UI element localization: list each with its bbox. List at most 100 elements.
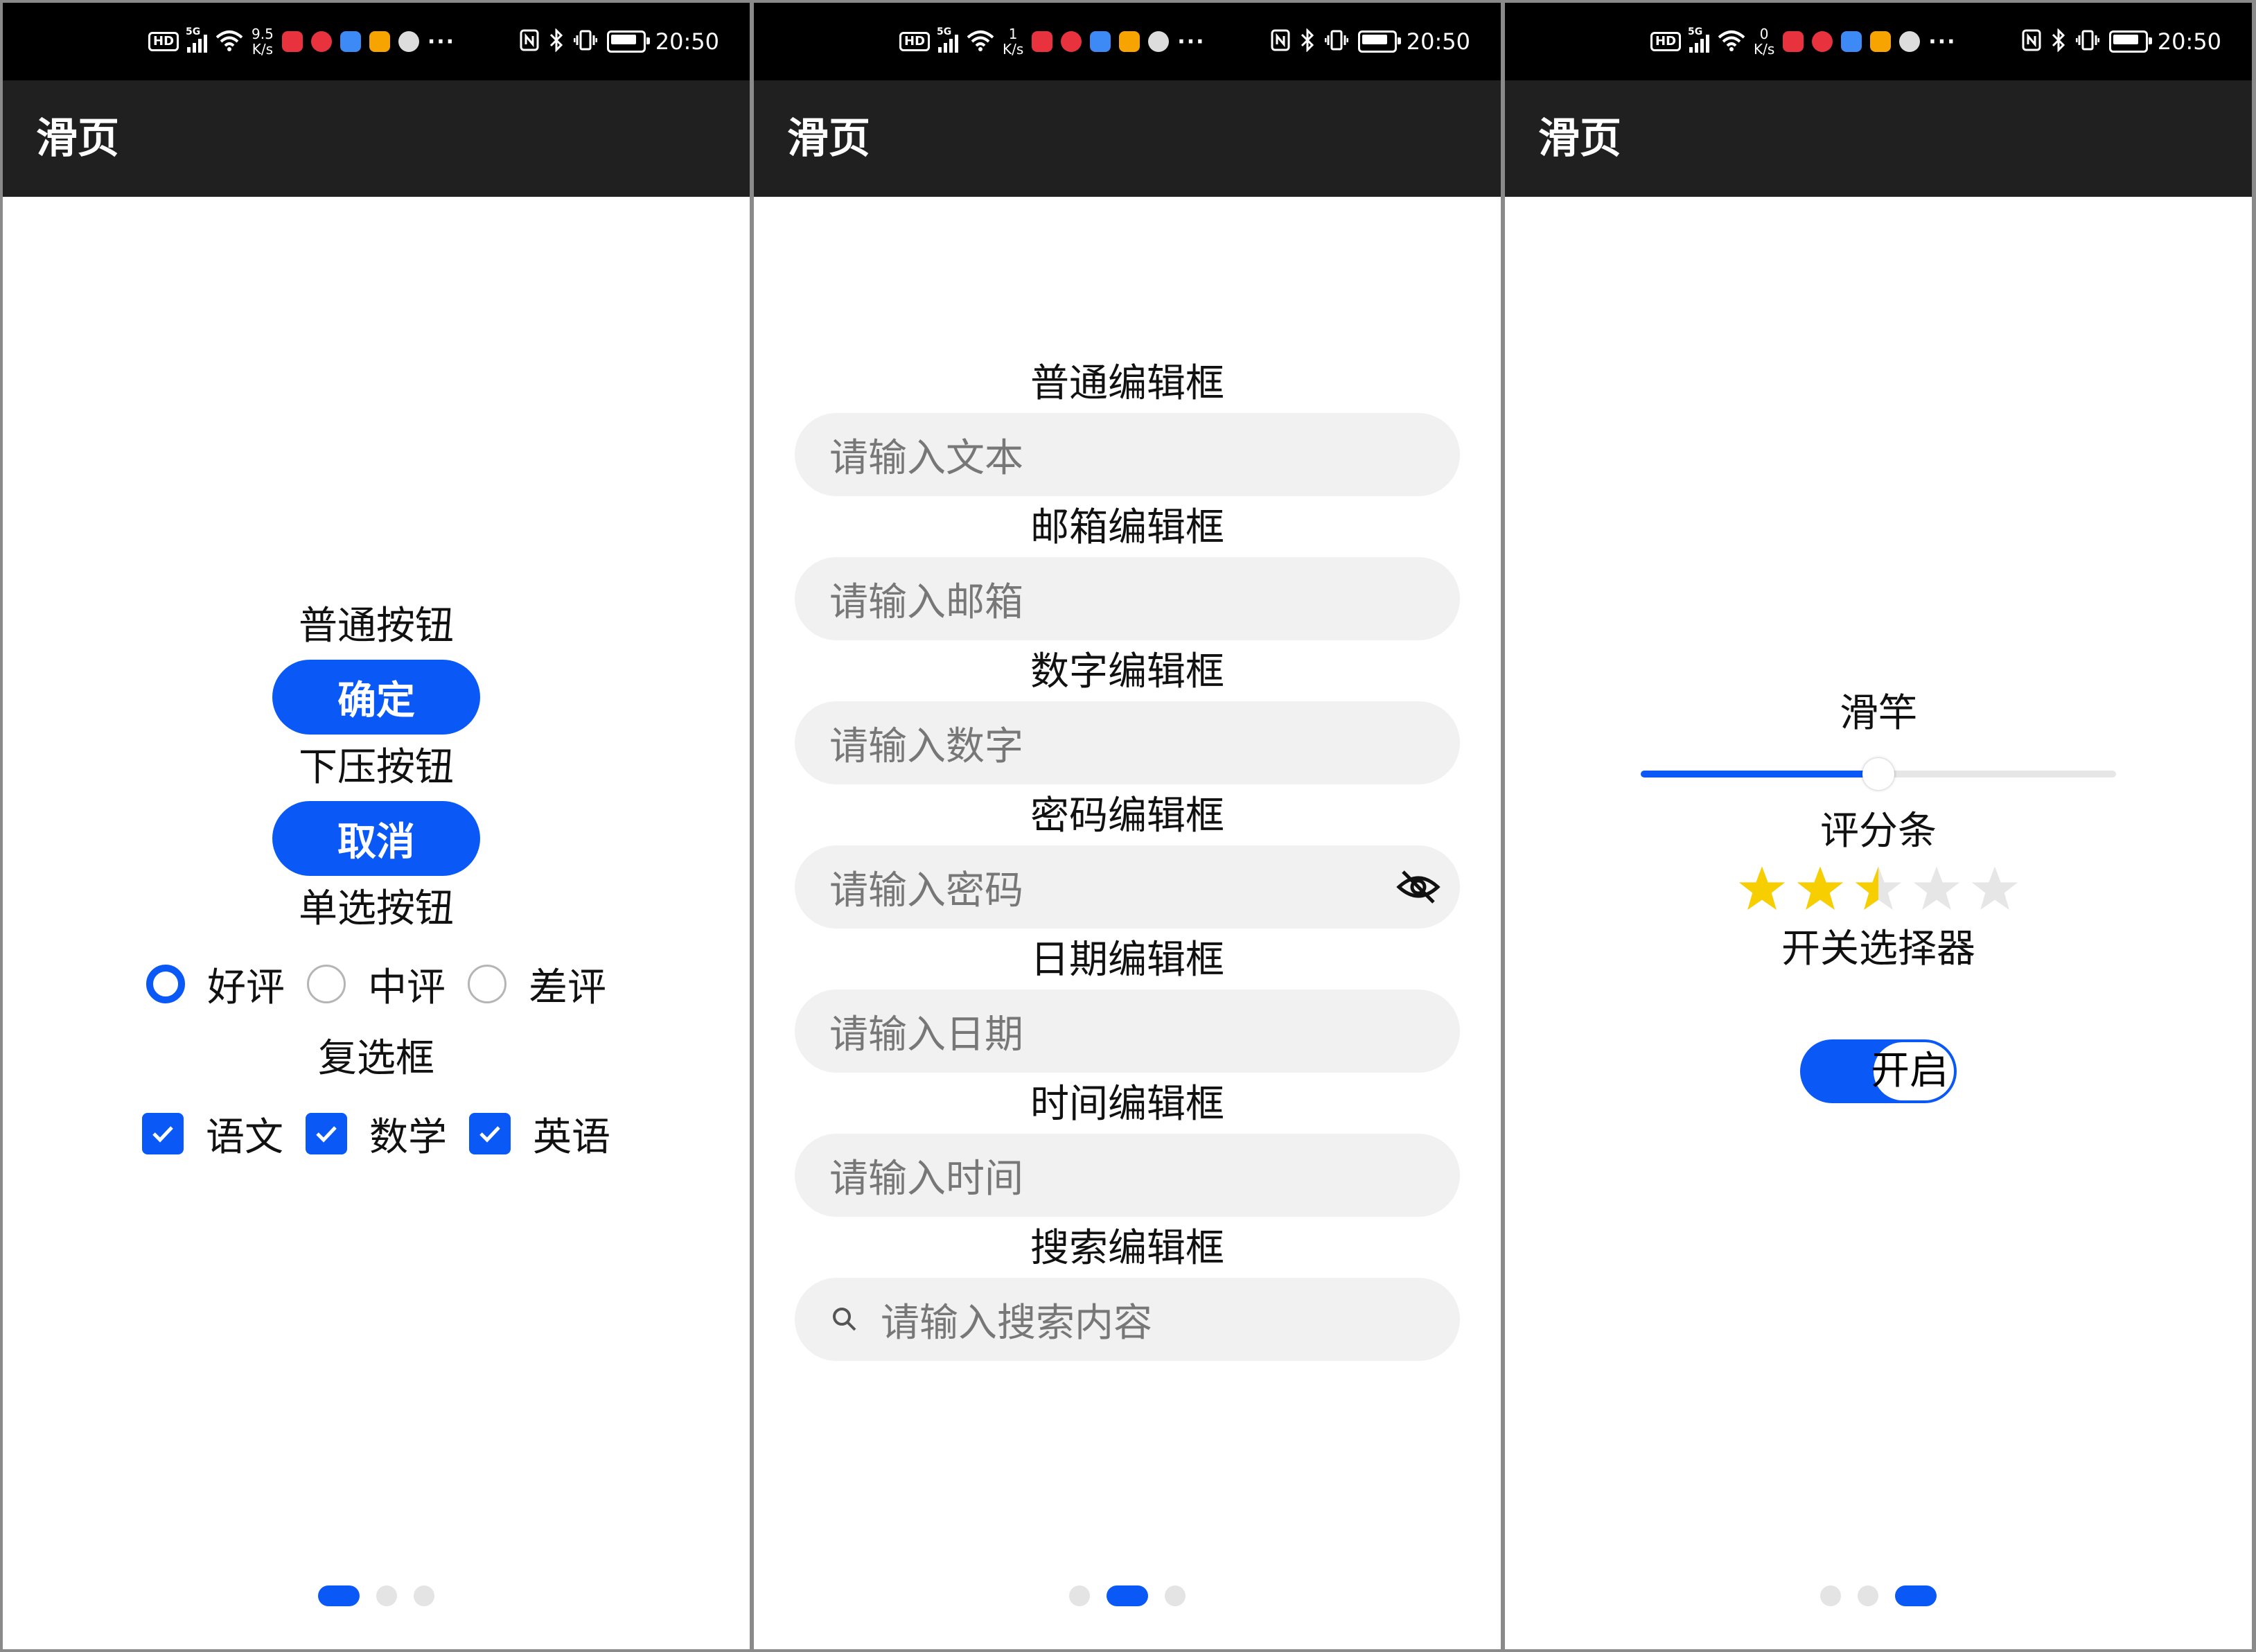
page-indicator[interactable] xyxy=(1505,1585,2252,1606)
slider-thumb[interactable] xyxy=(1862,758,1894,790)
email-field-label: 邮箱编辑框 xyxy=(1030,505,1224,550)
vibrate-icon xyxy=(1324,29,1349,54)
more-dots-icon: ··· xyxy=(1928,29,1957,54)
search-field-label: 搜索编辑框 xyxy=(1030,1226,1224,1271)
page-title: 滑页 xyxy=(787,114,870,163)
confirm-button[interactable]: 确定 xyxy=(272,660,480,735)
status-bar: HD 5G 9.5 K/s ··· 20:50 xyxy=(3,3,750,80)
rating-label: 评分条 xyxy=(1820,809,1937,854)
eye-off-icon[interactable] xyxy=(1395,863,1442,913)
checkbox-option-label: 语文 xyxy=(206,1114,283,1160)
rating-bar[interactable] xyxy=(1737,863,2020,913)
battery-icon xyxy=(1357,30,1401,53)
page-indicator-dot-2[interactable] xyxy=(376,1585,397,1606)
slider[interactable] xyxy=(1641,758,2116,790)
press-button-label: 下压按钮 xyxy=(299,745,454,790)
star-icon[interactable] xyxy=(1853,863,1903,913)
page-indicator-dot-3[interactable] xyxy=(414,1585,434,1606)
number-input[interactable]: 请输入数字 xyxy=(795,701,1460,784)
page-indicator[interactable] xyxy=(3,1585,750,1606)
status-bar: HD 5G 0 K/s ··· 20:50 xyxy=(1505,3,2252,80)
checkbox-option-math[interactable]: 数学 xyxy=(306,1106,447,1162)
email-input[interactable]: 请输入邮箱 xyxy=(795,557,1460,640)
checkbox-option-english[interactable]: 英语 xyxy=(469,1106,610,1162)
radio-group-label: 单选按钮 xyxy=(299,886,454,931)
phone-screen-sliders: HD 5G 0 K/s ··· 20:50 滑页 滑竿 评分条 开关选择器 开启 xyxy=(1505,3,2252,1649)
number-input-placeholder: 请输入数字 xyxy=(829,723,1023,769)
app-notification-icon xyxy=(1061,31,1082,52)
check-icon[interactable] xyxy=(142,1113,184,1154)
signal-icon: 5G xyxy=(1688,26,1710,53)
radio-group: 好评 中评 差评 xyxy=(135,945,617,1023)
nfc-icon xyxy=(520,29,539,54)
password-input[interactable]: 请输入密码 xyxy=(795,845,1460,929)
app-notification-icon xyxy=(1783,31,1804,52)
page-indicator-dot-2[interactable] xyxy=(1858,1585,1878,1606)
star-icon[interactable] xyxy=(1795,863,1845,913)
date-input[interactable]: 请输入日期 xyxy=(795,990,1460,1073)
nfc-icon xyxy=(2022,29,2041,54)
vibrate-icon xyxy=(2075,29,2100,54)
hd-icon: HD xyxy=(899,32,931,51)
status-left: HD 5G 1 K/s ··· xyxy=(899,3,1206,80)
switch-label: 开关选择器 xyxy=(1781,926,1975,972)
page-indicator-dot-1[interactable] xyxy=(1820,1585,1841,1606)
status-time: 20:50 xyxy=(1406,28,1470,55)
app-notification-icon xyxy=(369,31,390,52)
search-input-placeholder: 请输入搜索内容 xyxy=(881,1300,1152,1346)
status-time: 20:50 xyxy=(2157,28,2221,55)
page-indicator-dot-1[interactable] xyxy=(318,1585,360,1606)
signal-icon: 5G xyxy=(186,26,208,53)
text-input[interactable]: 请输入文本 xyxy=(795,413,1460,496)
radio-button[interactable] xyxy=(468,965,506,1003)
app-notification-icon xyxy=(1870,31,1892,52)
check-icon[interactable] xyxy=(306,1113,347,1154)
cancel-button[interactable]: 取消 xyxy=(272,801,480,876)
vibrate-icon xyxy=(573,29,598,54)
number-field-label: 数字编辑框 xyxy=(1030,649,1224,694)
signal-icon: 5G xyxy=(937,26,959,53)
password-input-placeholder: 请输入密码 xyxy=(829,868,1023,913)
slider-label: 滑竿 xyxy=(1840,691,1917,736)
radio-button[interactable] xyxy=(146,965,185,1003)
status-left: HD 5G 9.5 K/s ··· xyxy=(148,3,455,80)
radio-option-good[interactable]: 好评 xyxy=(146,956,285,1012)
check-icon[interactable] xyxy=(469,1113,511,1154)
checkbox-option-chinese[interactable]: 语文 xyxy=(142,1106,283,1162)
checkbox-option-label: 英语 xyxy=(533,1114,610,1160)
net-speed: 1 K/s xyxy=(1003,26,1024,58)
radio-option-label: 好评 xyxy=(207,965,285,1010)
page-indicator-dot-3[interactable] xyxy=(1165,1585,1186,1606)
page-indicator-dot-1[interactable] xyxy=(1069,1585,1090,1606)
time-input[interactable]: 请输入时间 xyxy=(795,1134,1460,1217)
date-field-label: 日期编辑框 xyxy=(1030,938,1224,983)
title-bar: 滑页 xyxy=(754,80,1501,197)
password-field-label: 密码编辑框 xyxy=(1030,793,1224,838)
star-icon[interactable] xyxy=(1912,863,1962,913)
bluetooth-icon xyxy=(2051,28,2066,55)
wifi-icon xyxy=(1718,29,1745,54)
star-icon[interactable] xyxy=(1970,863,2020,913)
app-notification-icon xyxy=(281,31,303,52)
page-indicator-dot-2[interactable] xyxy=(1107,1585,1148,1606)
text-input-placeholder: 请输入文本 xyxy=(829,435,1023,481)
hd-icon: HD xyxy=(1650,32,1682,51)
time-field-label: 时间编辑框 xyxy=(1030,1082,1224,1127)
page-indicator[interactable] xyxy=(754,1585,1501,1606)
bluetooth-icon xyxy=(549,28,564,55)
page-title: 滑页 xyxy=(1538,114,1621,163)
slider-fill xyxy=(1641,771,1878,777)
radio-button[interactable] xyxy=(307,965,346,1003)
app-notification-icon xyxy=(340,31,361,52)
radio-option-medium[interactable]: 中评 xyxy=(307,956,446,1012)
radio-option-bad[interactable]: 差评 xyxy=(468,956,606,1012)
status-right: 20:50 xyxy=(520,3,719,80)
more-dots-icon: ··· xyxy=(427,29,456,54)
checkbox-group-label: 复选框 xyxy=(318,1036,434,1081)
star-icon[interactable] xyxy=(1737,863,1787,913)
page-title: 滑页 xyxy=(36,114,119,163)
toggle-switch[interactable]: 开启 xyxy=(1800,1039,1957,1103)
search-input[interactable]: 请输入搜索内容 xyxy=(795,1278,1460,1361)
page-indicator-dot-3[interactable] xyxy=(1895,1585,1937,1606)
app-notification-icon xyxy=(1148,31,1170,52)
